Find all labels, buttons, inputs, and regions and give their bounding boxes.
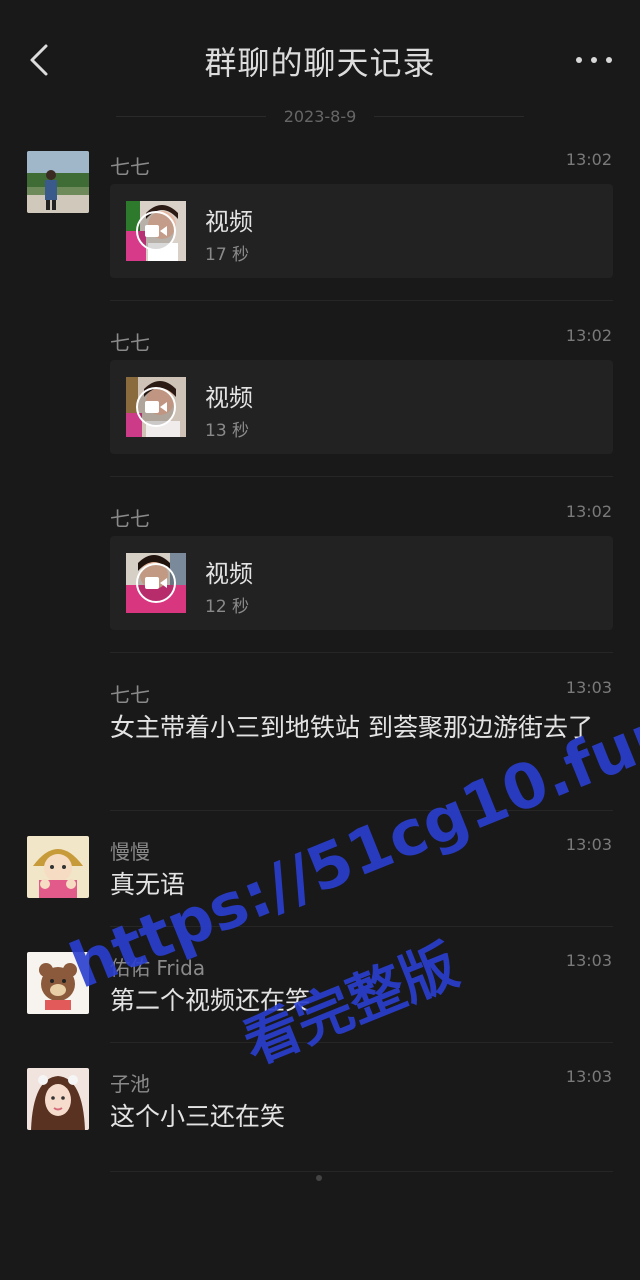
message-item: 子池 13:03 这个小三还在笑 (0, 1067, 640, 1172)
scroll-indicator (316, 1175, 322, 1181)
message-divider (110, 1042, 613, 1043)
avatar-photo-icon (27, 151, 89, 213)
video-card[interactable]: 视频 13 秒 (110, 360, 613, 454)
message-time: 13:03 (565, 835, 612, 854)
divider-line (374, 115, 525, 117)
message-item: 七七 13:02 视频 12 秒 (0, 502, 640, 653)
more-dot (591, 57, 597, 63)
message-divider (110, 652, 613, 653)
avatar-cartoon-icon (27, 836, 89, 898)
message-divider (110, 810, 613, 811)
video-card[interactable]: 视频 17 秒 (110, 184, 613, 278)
video-card-title: 视频 (205, 384, 253, 412)
date-label: 2023-8-9 (283, 106, 357, 126)
avatar[interactable] (27, 952, 89, 1014)
more-dot (576, 57, 582, 63)
avatar-girl-icon (27, 1068, 89, 1130)
sender-name: 七七 (110, 507, 150, 531)
video-camera-icon (145, 225, 167, 237)
message-item: 七七 13:03 女主带着小三到地铁站 到荟聚那边游街去了 (0, 678, 640, 811)
message-text: 第二个视频还在笑 (110, 986, 311, 1015)
message-time: 13:03 (565, 1067, 612, 1086)
sender-name: 子池 (110, 1072, 150, 1096)
video-thumbnail (126, 377, 186, 437)
message-text: 真无语 (110, 870, 186, 899)
video-duration: 13 秒 (205, 421, 250, 441)
sender-name: 佑佑 Frida (110, 956, 206, 980)
video-play-overlay (136, 563, 176, 603)
message-time: 13:03 (565, 678, 612, 697)
message-divider (110, 300, 613, 301)
message-divider (110, 1171, 613, 1172)
page-title: 群聊的聊天记录 (204, 44, 436, 82)
video-duration: 17 秒 (205, 245, 250, 265)
video-card[interactable]: 视频 12 秒 (110, 536, 613, 630)
message-item: 佑佑 Frida 13:03 第二个视频还在笑 (0, 951, 640, 1043)
message-time: 13:03 (565, 951, 612, 970)
sender-name: 慢慢 (110, 840, 150, 864)
avatar[interactable] (27, 836, 89, 898)
message-time: 13:02 (565, 326, 612, 345)
message-time: 13:02 (565, 150, 612, 169)
video-play-overlay (136, 387, 176, 427)
avatar-bear-icon (27, 952, 89, 1014)
message-text: 女主带着小三到地铁站 到荟聚那边游街去了 (110, 713, 593, 742)
video-card-title: 视频 (205, 560, 253, 588)
avatar[interactable] (27, 1068, 89, 1130)
video-duration: 12 秒 (205, 597, 250, 617)
more-dot (606, 57, 612, 63)
message-item: 慢慢 13:03 真无语 (0, 835, 640, 927)
video-play-overlay (136, 211, 176, 251)
sender-name: 七七 (110, 683, 150, 707)
header: 群聊的聊天记录 (0, 0, 640, 116)
message-divider (110, 926, 613, 927)
message-divider (110, 476, 613, 477)
video-camera-icon (145, 401, 167, 413)
message-text: 这个小三还在笑 (110, 1102, 286, 1131)
video-thumbnail (126, 553, 186, 613)
message-time: 13:02 (565, 502, 612, 521)
message-item: 七七 13:02 视频 17 秒 (0, 150, 640, 301)
avatar[interactable] (27, 151, 89, 213)
divider-line (115, 115, 266, 117)
sender-name: 七七 (110, 155, 150, 179)
video-thumbnail (126, 201, 186, 261)
date-separator: 2023-8-9 (0, 104, 640, 128)
message-item: 七七 13:02 视频 13 秒 (0, 326, 640, 477)
sender-name: 七七 (110, 331, 150, 355)
video-card-title: 视频 (205, 208, 253, 236)
more-options-button[interactable] (576, 46, 612, 74)
video-camera-icon (145, 577, 167, 589)
